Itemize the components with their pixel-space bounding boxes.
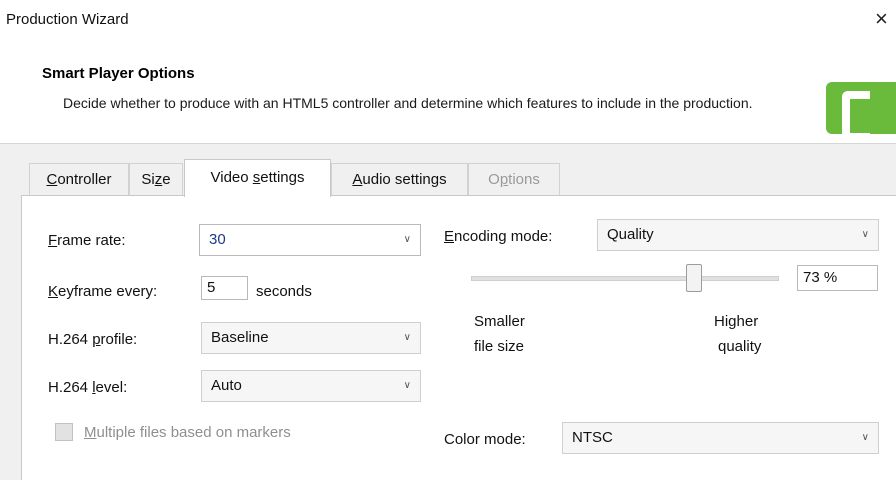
color-mode-label: Color mode: [444,431,526,448]
encoding-mode-value: Quality [607,226,654,243]
chevron-down-icon: ∨ [861,432,869,443]
multiple-files-checkbox [55,423,73,441]
tab-options: Options [468,163,560,196]
page-description: Decide whether to produce with an HTML5 … [63,95,753,111]
file-size-label: file size [474,338,525,355]
encoding-mode-select[interactable]: Quality ∨ [597,219,879,251]
tab-video-settings[interactable]: Video settings [184,159,331,197]
h264-profile-value: Baseline [211,329,269,346]
h264-profile-select[interactable]: Baseline ∨ [201,322,421,354]
h264-level-value: Auto [211,377,242,394]
color-mode-value: NTSC [572,429,613,446]
higher-label: Higher [714,313,759,330]
multiple-files-label: Multiple files based on markers [84,424,291,441]
quality-slider-track[interactable] [471,276,779,281]
frame-rate-label: Frame rate: [48,232,126,249]
frame-rate-combobox[interactable]: 30 ∨ [199,224,421,256]
tab-controller[interactable]: Controller [29,163,129,196]
page-title: Smart Player Options [42,65,195,82]
frame-rate-value: 30 [209,231,226,248]
h264-level-label: H.264 level: [48,379,128,396]
h264-level-select[interactable]: Auto ∨ [201,370,421,402]
close-icon[interactable]: × [875,4,896,34]
color-mode-select[interactable]: NTSC ∨ [562,422,879,454]
tab-size[interactable]: Size [129,163,183,196]
chevron-down-icon: ∨ [403,332,411,343]
quality-value-input[interactable]: 73 % [797,265,878,291]
h264-profile-label: H.264 profile: [48,331,138,348]
keyframe-unit-label: seconds [256,283,312,300]
chevron-down-icon: ∨ [403,380,411,391]
smaller-label: Smaller [474,313,525,330]
tab-audio-settings[interactable]: Audio settings [331,163,468,196]
chevron-down-icon[interactable]: ∨ [404,225,411,255]
keyframe-input[interactable]: 5 [201,276,248,300]
camtasia-logo-icon [826,82,896,141]
window-title: Production Wizard [6,11,129,28]
chevron-down-icon: ∨ [861,229,869,240]
quality-slider-thumb[interactable] [686,264,703,292]
encoding-mode-label: Encoding mode: [444,228,553,245]
keyframe-label: Keyframe every: [48,283,158,300]
quality-label: quality [718,338,762,355]
